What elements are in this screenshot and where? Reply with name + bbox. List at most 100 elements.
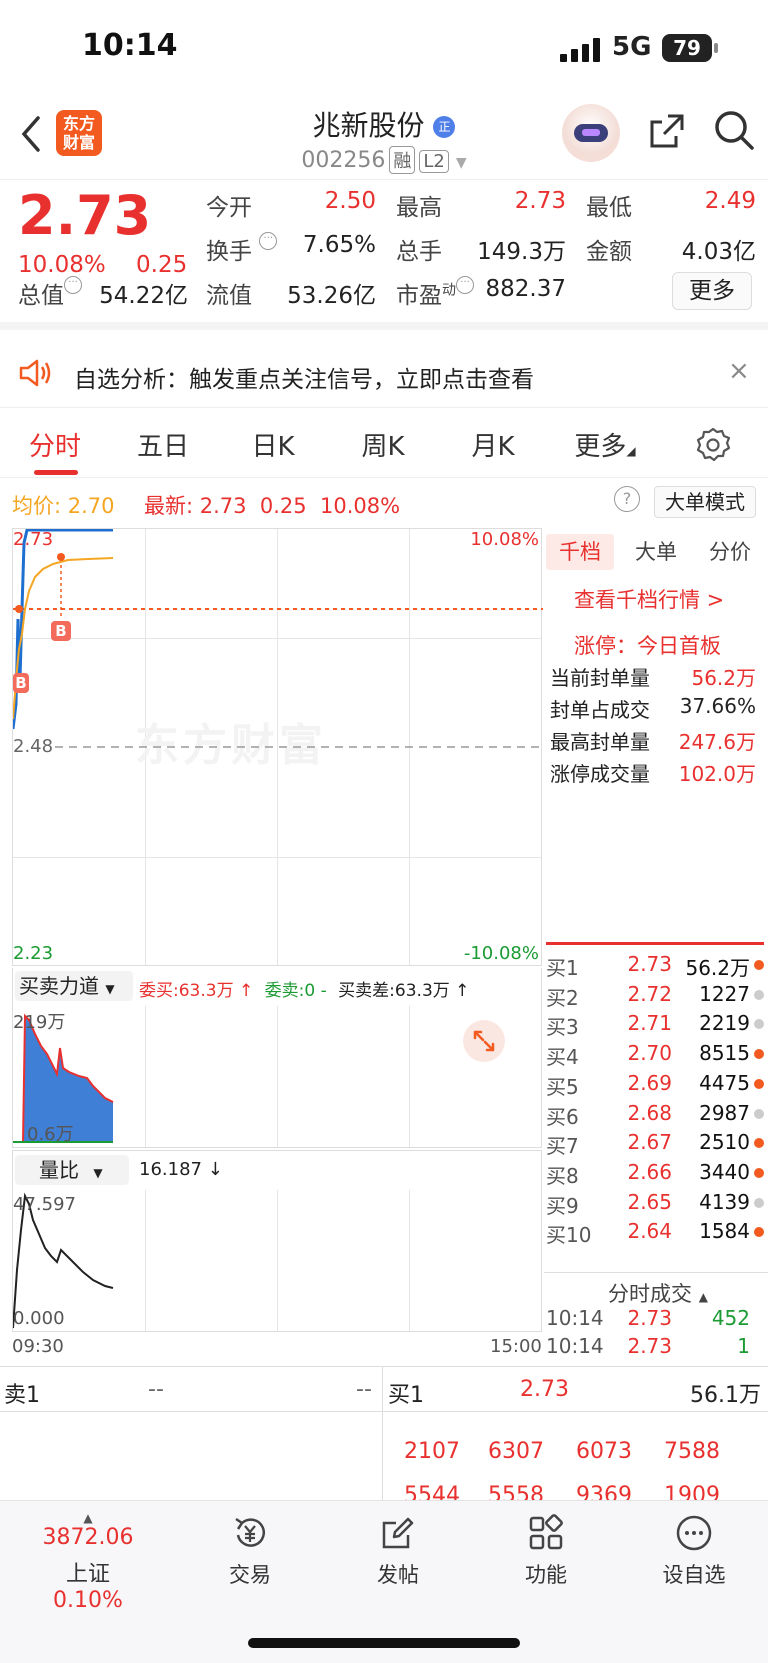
bid-row[interactable]: 买8 2.66 3440 <box>546 1160 768 1191</box>
order-dot-icon <box>754 1167 764 1178</box>
queue-volume: 6073 <box>576 1439 632 1464</box>
indicator-dropdown[interactable]: 量比 ▼ <box>15 1155 129 1185</box>
order-dot-icon <box>754 1078 764 1089</box>
order-dot-icon <box>754 1197 764 1208</box>
quote-panel: 2.73 10.08% 0.25 今开 2.50 最高 2.73 最低 2.49… <box>0 180 768 330</box>
settings-gear-icon[interactable] <box>694 426 732 464</box>
zheng-badge: 正 <box>433 116 456 138</box>
tab-big-order[interactable]: 大单 <box>622 534 690 570</box>
turnover-value: 7.65% <box>302 232 376 258</box>
ratio-header: 量比 ▼ 16.187 ↓ <box>12 1150 542 1190</box>
stat-row: 最高封单量 247.6万 <box>550 730 756 754</box>
clock: 10:14 <box>82 28 178 63</box>
search-icon[interactable] <box>712 108 756 152</box>
expand-icon[interactable] <box>463 1020 505 1062</box>
bid-row[interactable]: 买9 2.65 4139 <box>546 1190 768 1221</box>
tab-five-day[interactable]: 五日 <box>108 426 218 463</box>
bid-row[interactable]: 买1 2.73 56.2万 <box>546 952 768 983</box>
change-percent: 10.08% <box>18 252 106 278</box>
sell1-volume: -- <box>356 1377 372 1402</box>
volume-ratio-chart[interactable]: 47.597 0.000 <box>12 1190 542 1332</box>
pct-axis-bottom: -10.08% <box>463 943 539 964</box>
tab-price-dist[interactable]: 分价 <box>696 534 764 570</box>
order-dot-icon <box>754 1019 764 1030</box>
bid-row[interactable]: 买7 2.67 2510 <box>546 1130 768 1161</box>
amount-label: 金额 <box>586 239 632 265</box>
high-label: 最高 <box>396 195 442 221</box>
force-values: 委买:63.3万 ↑ 委卖:0 - 买卖差:63.3万 ↑ <box>139 981 470 1001</box>
chart-tabs: 分时 五日 日K 周K 月K 更多◢ <box>0 410 768 478</box>
bid-row[interactable]: 买2 2.72 1227 <box>546 982 768 1013</box>
bid-row[interactable]: 买4 2.70 8515 <box>546 1041 768 1072</box>
apps-grid-icon <box>529 1514 563 1550</box>
price-info-line: 均价: 2.70 最新: 2.73 0.25 10.08% ? 大单模式 <box>0 480 768 522</box>
index-quote[interactable]: ▲ 3872.06 上证 0.10% <box>28 1511 148 1613</box>
alert-banner[interactable]: 自选分析：触发重点关注信号，立即点击查看 × <box>0 338 768 408</box>
order-dot-icon <box>754 1049 764 1060</box>
close-icon[interactable]: × <box>728 356 750 386</box>
big-order-mode-button[interactable]: 大单模式 <box>654 486 756 518</box>
volume-value: 149.3万 <box>477 239 566 265</box>
tab-functions[interactable]: 功能 <box>486 1513 606 1589</box>
bid-row[interactable]: 买5 2.69 4475 <box>546 1071 768 1102</box>
nav-bar: 东方 财富 兆新股份 正 002256 融 L2 ▼ <box>0 96 768 180</box>
tab-weekly-k[interactable]: 周K <box>328 426 438 463</box>
intraday-chart[interactable]: 东方财富 B B 2.73 2.48 2.23 10.08% -10.08% <box>12 528 543 966</box>
speaker-icon <box>19 359 51 387</box>
float-cap-value: 53.26亿 <box>287 283 376 309</box>
active-tab-indicator <box>34 470 78 475</box>
last-price: 2.73 <box>18 184 152 247</box>
tab-post[interactable]: 发帖 <box>338 1513 458 1589</box>
y-axis-top: 2.73 <box>13 529 54 550</box>
share-icon[interactable] <box>646 110 688 152</box>
tab-more[interactable]: 更多◢ <box>550 426 660 463</box>
pe-value: 882.37 <box>485 276 566 302</box>
tick-row: 10:14 2.73 452 <box>546 1306 750 1330</box>
pct-axis-top: 10.08% <box>470 529 539 550</box>
sell1-price: -- <box>148 1377 164 1402</box>
trade-yen-icon <box>235 1517 266 1547</box>
order-section: 卖1 -- -- 买1 2.73 56.1万 2107 6307 6073 7588 5… <box>0 1366 768 1508</box>
bid-row[interactable]: 买10 2.64 1584 <box>546 1219 768 1250</box>
high-value: 2.73 <box>514 188 566 214</box>
arrow-up-icon: ▲ <box>83 1511 93 1525</box>
change-value: 0.25 <box>136 252 188 278</box>
tab-daily-k[interactable]: 日K <box>218 426 328 463</box>
market-cap-value: 54.22亿 <box>99 283 188 309</box>
buy-marker[interactable]: B <box>51 621 71 641</box>
float-cap-label: 流值 <box>206 283 252 309</box>
queue-volume: 7588 <box>664 1439 720 1464</box>
stock-code: 002256 <box>301 148 386 173</box>
tab-intraday[interactable]: 分时 <box>0 426 110 463</box>
stat-row: 当前封单量 56.2万 <box>550 666 756 690</box>
ticks-title[interactable]: 分时成交 ▲ <box>608 1278 708 1308</box>
force-header: 买卖力道 ▼ 委买:63.3万 ↑ 委卖:0 - 买卖差:63.3万 ↑ <box>12 968 542 1006</box>
sell1-label: 卖1 <box>4 1383 40 1408</box>
tab-depth[interactable]: 千档 <box>546 534 614 570</box>
more-button[interactable]: 更多 <box>672 272 752 310</box>
price-line-svg <box>13 529 543 748</box>
ratio-y-top: 47.597 <box>13 1194 76 1215</box>
help-icon[interactable]: ? <box>614 486 640 512</box>
depth-link[interactable]: 查看千档行情 > <box>574 584 724 614</box>
indicator-dropdown[interactable]: 买卖力道 ▼ <box>15 971 133 1001</box>
more-icon: ··· <box>456 276 474 294</box>
ai-assistant-avatar[interactable] <box>562 104 620 162</box>
buy-marker[interactable]: B <box>13 673 29 693</box>
force-y-top: 219万 <box>13 1012 66 1033</box>
volume-label: 总手 <box>396 239 442 265</box>
status-bar: 10:14 5G 79 <box>0 0 768 96</box>
bid-row[interactable]: 买3 2.71 2219 <box>546 1011 768 1042</box>
tab-set-watchlist[interactable]: 设自选 <box>634 1513 754 1589</box>
market-cap-label: 总值··· <box>18 276 82 310</box>
chevron-down-icon: ▼ <box>455 155 467 171</box>
stat-row: 涨停成交量 102.0万 <box>550 762 756 786</box>
pe-label: 市盈动 ··· <box>396 276 474 310</box>
force-y-bottom: 0.6万 <box>27 1124 74 1145</box>
bid-row[interactable]: 买6 2.68 2987 <box>546 1101 768 1132</box>
turnover-label: 换手 ··· <box>206 232 278 266</box>
force-chart[interactable]: 219万 0.6万 <box>12 1006 542 1148</box>
open-value: 2.50 <box>324 188 376 214</box>
tab-monthly-k[interactable]: 月K <box>438 426 548 463</box>
tab-trade[interactable]: 交易 <box>190 1513 310 1589</box>
